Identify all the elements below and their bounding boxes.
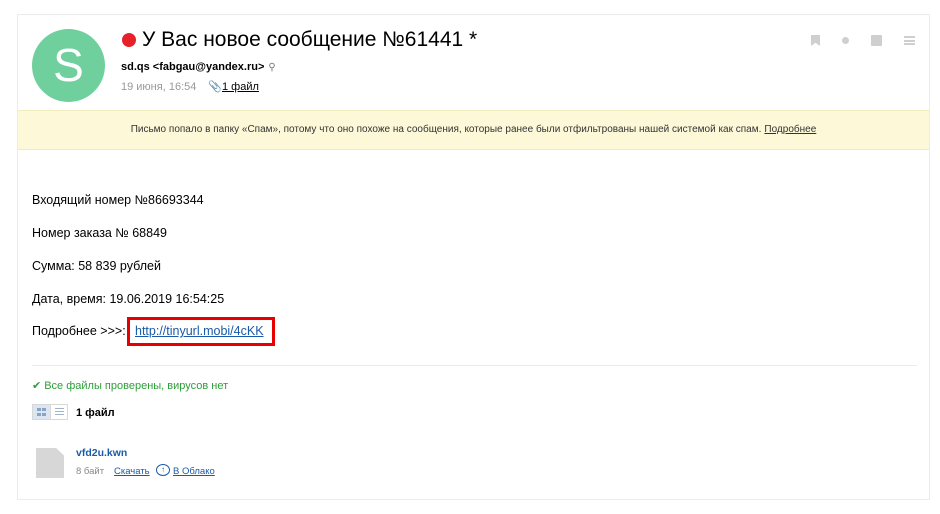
view-toggle <box>32 404 68 420</box>
suspicious-link[interactable]: http://tinyurl.mobi/4cKK <box>135 324 264 338</box>
divider <box>32 365 917 366</box>
list-view-icon[interactable] <box>50 405 67 419</box>
check-icon: ✔ <box>32 380 42 392</box>
file-name[interactable]: vfd2u.kwn <box>76 447 127 459</box>
paperclip-icon: 📎 <box>208 81 222 93</box>
attachments-link[interactable]: 1 файл <box>222 81 259 93</box>
file-icon[interactable] <box>36 448 64 478</box>
grid-view-icon[interactable] <box>33 405 51 419</box>
body-line-sum: Сумма: 58 839 рублей <box>32 259 161 273</box>
spam-more-link[interactable]: Подробнее <box>764 124 816 135</box>
cloud-upload-icon[interactable]: ↑ <box>156 464 170 476</box>
body-line-datetime: Дата, время: 19.06.2019 16:54:25 <box>32 292 225 306</box>
body-line-incoming-number: Входящий номер №86693344 <box>32 193 204 207</box>
bookmark-icon[interactable] <box>811 35 820 46</box>
files-count: 1 файл <box>76 407 115 419</box>
virus-status: ✔ Все файлы проверены, вирусов нет <box>32 379 228 392</box>
dot-icon[interactable] <box>842 37 849 44</box>
search-icon[interactable]: ⚲ <box>268 62 275 73</box>
body-line-order-number: Номер заказа № 68849 <box>32 226 167 240</box>
download-link[interactable]: Скачать <box>114 466 150 477</box>
sender-address[interactable]: sd.qs <fabgau@yandex.ru> ⚲ <box>121 61 276 73</box>
virus-status-text: Все файлы проверены, вирусов нет <box>44 380 229 392</box>
message-view: S У Вас новое сообщение №61441 * sd.qs <… <box>17 14 930 500</box>
message-date: 19 июня, 16:54 <box>121 81 197 93</box>
unread-indicator[interactable] <box>122 33 136 47</box>
body-line-more-prefix: Подробнее >>>: <box>32 324 126 338</box>
spam-banner: Письмо попало в папку «Спам», потому что… <box>18 110 929 150</box>
archive-icon[interactable] <box>871 35 882 46</box>
menu-icon[interactable] <box>904 36 915 45</box>
message-toolbar <box>811 35 915 46</box>
avatar[interactable]: S <box>32 29 105 102</box>
file-size: 8 байт <box>76 466 105 477</box>
sender-label: sd.qs <fabgau@yandex.ru> <box>121 61 265 73</box>
message-subject: У Вас новое сообщение №61441 * <box>142 28 478 51</box>
save-to-cloud-link[interactable]: В Облако <box>173 466 215 477</box>
spam-banner-text: Письмо попало в папку «Спам», потому что… <box>130 124 762 135</box>
